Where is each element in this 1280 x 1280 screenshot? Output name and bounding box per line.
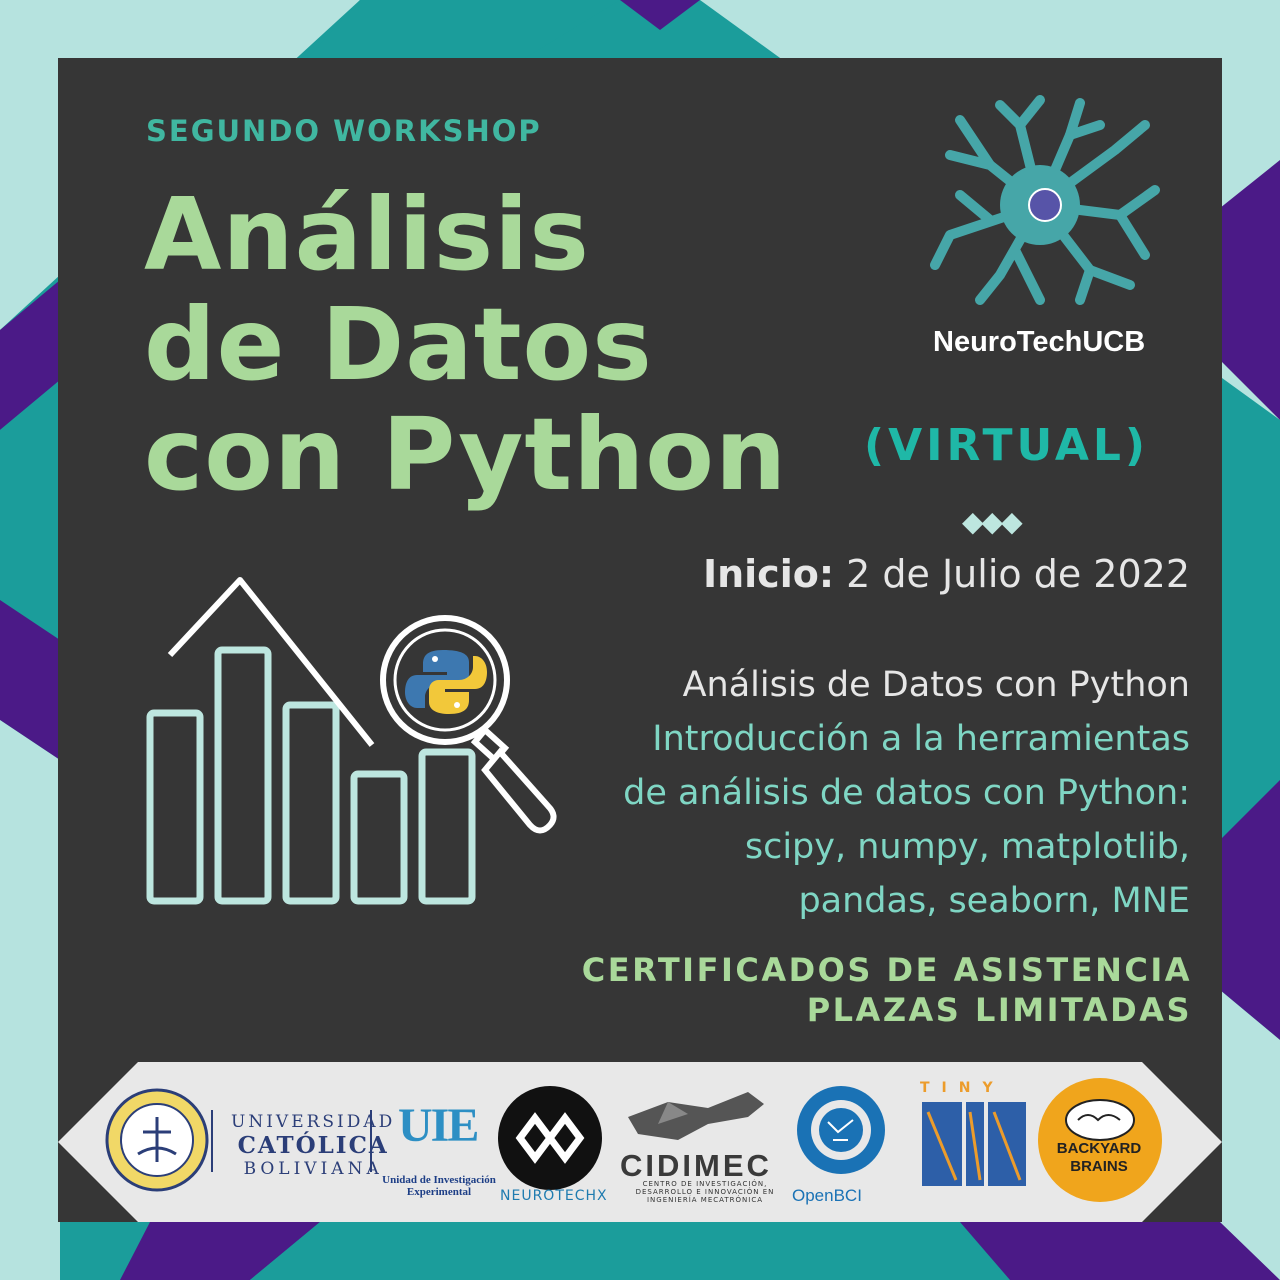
description-line-1: Introducción a la herramientas: [652, 719, 1190, 759]
ucb-line-1: UNIVERSIDAD: [231, 1112, 396, 1132]
tinyml-top: TINY: [920, 1080, 1005, 1096]
backyard-brains-wordmark: BACKYARD BRAINS: [1040, 1140, 1158, 1176]
cidimec-mark: CIDIMEC: [620, 1148, 772, 1183]
ucb-seal-icon: [105, 1088, 209, 1192]
separator-diamonds: ◆◆◆: [962, 505, 1023, 538]
start-date-value: 2 de Julio de 2022: [846, 552, 1190, 596]
backyard-line-1: BACKYARD: [1056, 1140, 1142, 1157]
start-label: Inicio:: [702, 552, 835, 596]
ucb-wordmark: UNIVERSIDAD CATÓLICA BOLIVIANA: [231, 1112, 395, 1179]
mode-label: (VIRTUAL): [864, 420, 1150, 471]
openbci-caption: OpenBCI: [792, 1186, 862, 1205]
tinyml-logo-icon: [922, 1102, 1026, 1186]
description-line-3: scipy, numpy, matplotlib,: [744, 827, 1190, 867]
brand-name: NeuroTechUCB: [933, 326, 1146, 358]
uie-mark: UIE: [398, 1099, 479, 1152]
title-line-2: de Datos: [144, 286, 653, 403]
ucb-line-3: BOLIVIANA: [243, 1159, 383, 1179]
uie-caption: Unidad de Investigación Experimental: [382, 1174, 496, 1198]
note-limited-seats: PLAZAS LIMITADAS: [806, 991, 1192, 1029]
ucb-line-2: CATÓLICA: [237, 1132, 389, 1159]
neurotechx-caption: NEUROTECHX: [500, 1188, 608, 1204]
title-line-3: con Python: [144, 396, 788, 513]
backyard-line-2: BRAINS: [1070, 1158, 1128, 1175]
description-line-4: pandas, seaborn, MNE: [798, 881, 1190, 921]
description-line-2: de análisis de datos con Python:: [623, 773, 1190, 813]
cidimec-caption: CENTRO DE INVESTIGACIÓN, DESARROLLO E IN…: [635, 1180, 775, 1204]
description-title: Análisis de Datos con Python: [682, 665, 1190, 705]
openbci-gear-icon: [797, 1086, 885, 1174]
workshop-kicker: SEGUNDO WORKSHOP: [146, 114, 542, 148]
neurotechx-logo-icon: [498, 1086, 602, 1190]
start-date: Inicio: 2 de Julio de 2022: [703, 552, 1190, 596]
note-certificates: CERTIFICADOS DE ASISTENCIA: [581, 951, 1192, 989]
bar-chart-magnifier-python-icon: [146, 577, 557, 905]
neuron-icon: [930, 95, 1160, 305]
title-line-1: Análisis: [144, 176, 590, 293]
workshop-title: Análisis de Datos con Python: [144, 180, 787, 510]
description: Análisis de Datos con Python Introducció…: [623, 658, 1190, 928]
notes: CERTIFICADOS DE ASISTENCIA PLAZAS LIMITA…: [582, 950, 1192, 1030]
